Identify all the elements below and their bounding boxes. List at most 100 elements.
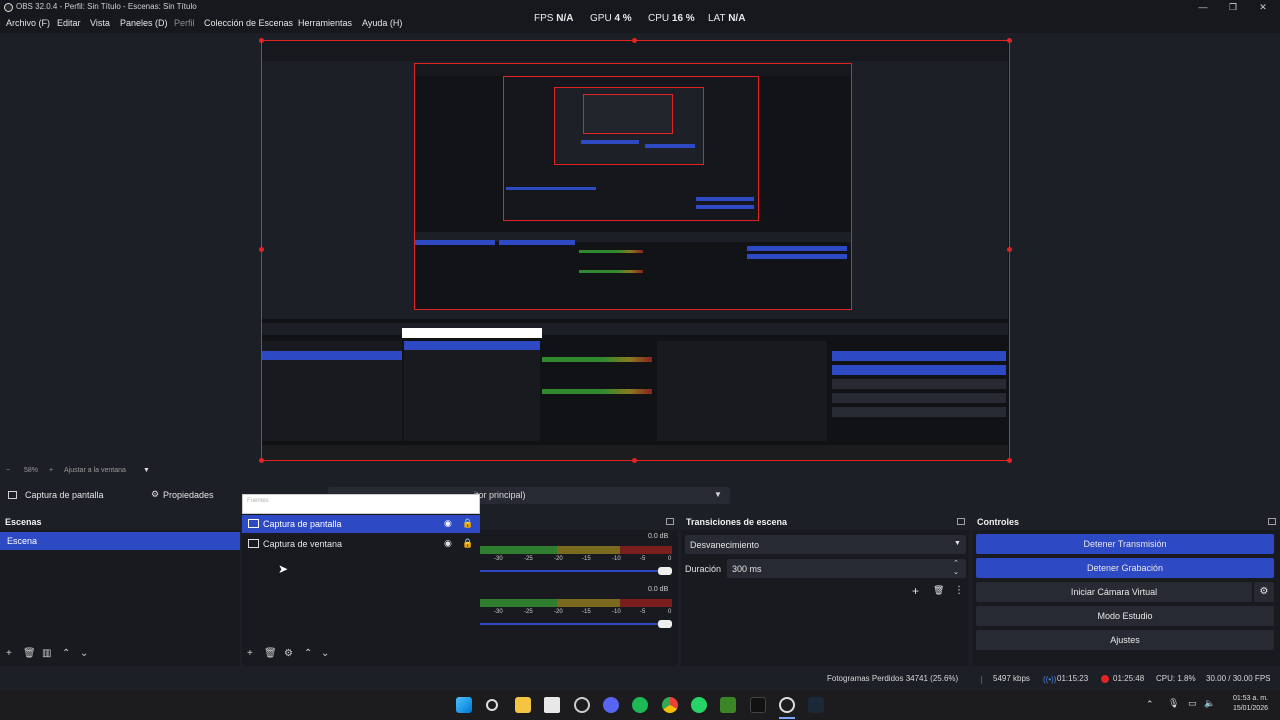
menu-perfil[interactable]: Perfil [174,18,195,28]
stepper-down-icon[interactable]: ⌄ [953,568,959,576]
file-explorer-icon[interactable] [515,697,531,713]
zoom-dropdown-icon[interactable]: ▼ [143,467,150,474]
move-up-icon[interactable]: ⌃ [304,648,312,659]
source-item[interactable]: Captura de ventana ◉ 🔒 [242,535,480,553]
sources-dock: Captura de pantalla ◉ 🔒 Captura de venta… [242,514,480,666]
clock-date[interactable]: 15/01/2026 [1218,705,1268,712]
add-scene-button[interactable]: + [6,648,12,659]
transition-select[interactable]: Desvanecimiento ▼ [685,535,966,554]
audio-level-meter [480,599,672,607]
tiktok-icon[interactable] [750,697,766,713]
monitor-icon [8,491,17,499]
resize-handle[interactable] [1007,38,1012,43]
menu-coleccion-escenas[interactable]: Colección de Escenas [204,18,293,28]
minecraft-icon[interactable] [720,697,736,713]
stream-signal-icon: ((•)) [1043,675,1057,684]
sources-dock-title: Fuentes [247,498,269,504]
bitrate: 5497 kbps [993,674,1030,683]
menu-editar[interactable]: Editar [57,18,81,28]
settings-app-icon[interactable] [574,697,590,713]
resize-handle[interactable] [632,458,637,463]
resize-handle[interactable] [1007,458,1012,463]
duration-spinbox[interactable]: 300 ms ⌃ ⌄ [727,559,966,578]
dropped-frames: Fotogramas Perdidos 34741 (25.6%) [827,674,959,683]
resize-handle[interactable] [259,247,264,252]
menu-vista[interactable]: Vista [90,18,110,28]
scenes-dock: Escenas Escena + 🗑 ▥ ⌃ ⌄ [0,513,240,666]
lock-icon[interactable]: 🔒 [462,538,473,549]
volume-slider-handle[interactable] [658,567,672,575]
dock-float-icon[interactable] [957,518,965,525]
scene-item-label: Escena [7,536,38,546]
windows-start-icon[interactable] [456,697,472,713]
settings-button[interactable]: Ajustes [976,630,1274,650]
move-down-icon[interactable]: ⌄ [321,648,329,659]
steam-icon[interactable] [808,697,824,713]
eye-icon[interactable]: ◉ [444,538,452,549]
record-icon [1101,675,1109,683]
move-up-icon[interactable]: ⌃ [62,648,70,659]
eye-icon[interactable]: ◉ [444,518,452,529]
add-transition-button[interactable]: + [912,584,919,598]
zoom-in-button[interactable]: + [49,467,53,474]
preview-canvas[interactable] [261,40,1010,461]
filter-icon[interactable]: ▥ [42,648,51,659]
source-item[interactable]: Captura de pantalla ◉ 🔒 [242,515,480,533]
properties-button[interactable]: Propiedades [163,490,214,500]
spotify-icon[interactable] [632,697,648,713]
discord-icon[interactable] [603,697,619,713]
stop-streaming-button[interactable]: Detener Transmisión [976,534,1274,554]
studio-mode-button[interactable]: Modo Estudio [976,606,1274,626]
resize-handle[interactable] [632,38,637,43]
stepper-up-icon[interactable]: ⌃ [953,559,959,567]
monitor-icon [248,519,259,528]
store-icon[interactable] [544,697,560,713]
chevron-down-icon: ▼ [714,490,722,499]
zoom-out-button[interactable]: − [6,467,10,474]
whatsapp-icon[interactable] [691,697,707,713]
microphone-icon[interactable]: 🎙 [1168,698,1179,709]
chrome-icon[interactable] [662,697,678,713]
source-item-label: Captura de pantalla [263,519,342,529]
network-icon[interactable]: ▭ [1188,698,1197,709]
volume-slider-track[interactable] [480,623,670,625]
tray-overflow-icon[interactable]: ⌃ [1146,699,1154,710]
search-icon[interactable] [486,699,498,711]
trash-icon[interactable]: 🗑 [933,585,944,596]
dock-float-icon[interactable] [1268,518,1276,525]
active-app-indicator [779,717,795,719]
stat-lat: LAT N/A [708,13,746,24]
close-button[interactable]: ✕ [1248,0,1278,15]
menu-archivo[interactable]: Archivo (F) [6,18,50,28]
menu-herramientas[interactable]: Herramientas [298,18,352,28]
source-name-label: Captura de pantalla [25,490,104,500]
resize-handle[interactable] [259,458,264,463]
volume-slider-track[interactable] [480,570,670,572]
audio-db-readout: 0.0 dB [648,533,669,540]
resize-handle[interactable] [259,38,264,43]
fit-window-label[interactable]: Ajustar a la ventana [64,467,126,474]
obs-icon[interactable] [779,697,795,713]
add-source-button[interactable]: + [247,648,253,659]
clock-time[interactable]: 01:53 a. m. [1218,695,1268,702]
menu-paneles[interactable]: Paneles (D) [120,18,168,28]
dock-float-icon[interactable] [666,518,674,525]
stop-recording-button[interactable]: Detener Grabación [976,558,1274,578]
audio-mixer-body: 0.0 dB -30 -25 -20 -15 -10 -5 0 0.0 dB -… [480,530,678,666]
maximize-button[interactable]: ❐ [1218,0,1248,15]
move-down-icon[interactable]: ⌄ [80,648,88,659]
scene-item[interactable]: Escena [0,532,240,550]
resize-handle[interactable] [1007,247,1012,252]
start-virtual-camera-button[interactable]: Iniciar Cámara Virtual [976,582,1252,602]
gear-icon[interactable]: ⚙ [284,648,293,659]
minimize-button[interactable]: — [1188,0,1218,15]
menu-ayuda[interactable]: Ayuda (H) [362,18,402,28]
more-options-icon[interactable]: ⋮ [954,585,964,596]
trash-icon[interactable]: 🗑 [264,648,277,659]
gear-icon[interactable]: ⚙ [1254,582,1274,602]
trash-icon[interactable]: 🗑 [23,648,36,659]
volume-slider-handle[interactable] [658,620,672,628]
lock-icon[interactable]: 🔒 [462,518,473,529]
volume-icon[interactable]: 🔈 [1204,698,1215,709]
sources-dock-floating-title[interactable]: Fuentes [242,494,480,514]
